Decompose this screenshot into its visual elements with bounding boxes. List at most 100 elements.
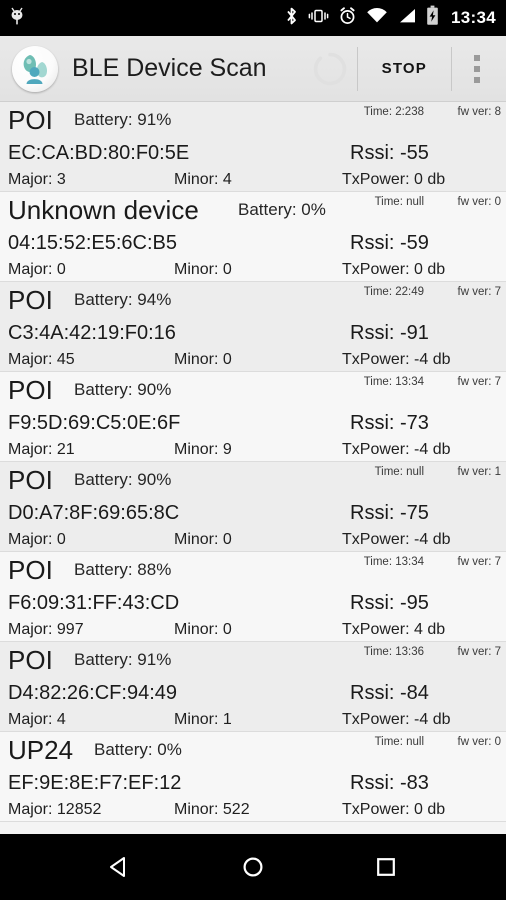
device-row[interactable]: POI Battery: 88% Time: 13:34 fw ver: 7 F6:09… bbox=[0, 552, 506, 642]
device-mac-address: EC:CA:BD:80:F0:5E bbox=[8, 142, 190, 164]
device-row-address: EF:9E:8E:F7:EF:12 Rssi: -83 bbox=[6, 769, 500, 799]
status-bar-clock: 13:34 bbox=[451, 8, 496, 27]
status-bar-system-icons: 13:34 bbox=[284, 5, 496, 31]
device-minor: Minor: 522 bbox=[174, 801, 250, 818]
status-bar-notifications bbox=[8, 6, 284, 31]
device-row[interactable]: POI Battery: 94% Time: 22:49 fw ver: 7 C3:4A… bbox=[0, 282, 506, 372]
device-firmware-version: fw ver: 7 bbox=[457, 376, 501, 388]
device-row-address: 04:15:52:E5:6C:B5 Rssi: -59 bbox=[6, 229, 500, 259]
device-txpower: TxPower: 0 db bbox=[342, 171, 446, 188]
device-mac-address: C3:4A:42:19:F0:16 bbox=[8, 322, 176, 344]
device-row-details: Major: 12852 Minor: 522 TxPower: 0 db bbox=[6, 799, 500, 821]
device-rssi: Rssi: -73 bbox=[350, 412, 429, 434]
device-minor: Minor: 0 bbox=[174, 351, 232, 368]
device-txpower: TxPower: -4 db bbox=[342, 441, 451, 458]
device-rssi: Rssi: -84 bbox=[350, 682, 429, 704]
device-firmware-version: fw ver: 7 bbox=[457, 286, 501, 298]
device-firmware-version: fw ver: 7 bbox=[457, 556, 501, 568]
device-mac-address: F9:5D:69:C5:0E:6F bbox=[8, 412, 181, 434]
device-row-address: D0:A7:8F:69:65:8C Rssi: -75 bbox=[6, 499, 500, 529]
device-time: Time: 13:36 bbox=[363, 646, 424, 658]
device-row-address: F6:09:31:FF:43:CD Rssi: -95 bbox=[6, 589, 500, 619]
device-battery: Battery: 91% bbox=[74, 110, 172, 129]
device-row-details: Major: 0 Minor: 0 TxPower: -4 db bbox=[6, 529, 500, 551]
device-row[interactable]: POI Battery: 90% Time: 13:34 fw ver: 7 F9:5D… bbox=[0, 372, 506, 462]
device-row-details: Major: 21 Minor: 9 TxPower: -4 db bbox=[6, 439, 500, 461]
device-row-address: C3:4A:42:19:F0:16 Rssi: -91 bbox=[6, 319, 500, 349]
device-battery: Battery: 0% bbox=[238, 200, 326, 219]
app-logo-icon bbox=[12, 45, 58, 92]
device-battery: Battery: 0% bbox=[94, 740, 182, 759]
device-name: POI bbox=[8, 465, 53, 495]
vibrate-icon bbox=[308, 6, 329, 31]
stop-button[interactable]: STOP bbox=[362, 45, 447, 93]
device-row-header: POI Battery: 88% Time: 13:34 fw ver: 7 bbox=[6, 552, 501, 589]
home-circle-icon[interactable] bbox=[227, 841, 279, 893]
overflow-dot bbox=[474, 54, 480, 61]
device-minor: Minor: 4 bbox=[174, 171, 232, 188]
device-time: Time: null bbox=[374, 466, 424, 478]
device-firmware-version: fw ver: 0 bbox=[457, 736, 501, 748]
device-mac-address: D4:82:26:CF:94:49 bbox=[8, 682, 177, 704]
device-row-header: POI Battery: 91% Time: 2:238 fw ver: 8 bbox=[6, 102, 501, 139]
device-rssi: Rssi: -95 bbox=[350, 592, 429, 614]
device-time: Time: null bbox=[374, 736, 424, 748]
device-battery: Battery: 90% bbox=[74, 470, 172, 489]
device-row-address: EC:CA:BD:80:F0:5E Rssi: -55 bbox=[6, 139, 500, 169]
device-row-header: POI Battery: 90% Time: null fw ver: 1 bbox=[6, 462, 501, 499]
device-minor: Minor: 0 bbox=[174, 531, 232, 548]
device-name: UP24 bbox=[8, 735, 74, 765]
device-row[interactable]: POI Battery: 91% Time: 13:36 fw ver: 7 D4:82… bbox=[0, 642, 506, 732]
device-list[interactable]: POI Battery: 91% Time: 2:238 fw ver: 8 EC:CA… bbox=[0, 102, 506, 834]
device-row[interactable]: UP24 Battery: 0% Time: null fw ver: 0 EF:9E:… bbox=[0, 732, 506, 822]
device-rssi: Rssi: -83 bbox=[350, 772, 429, 794]
android-navigation-bar bbox=[0, 834, 506, 900]
device-mac-address: D0:A7:8F:69:65:8C bbox=[8, 502, 180, 524]
device-name: POI bbox=[8, 285, 53, 315]
device-row-header: UP24 Battery: 0% Time: null fw ver: 0 bbox=[6, 732, 501, 769]
cellular-signal-icon bbox=[397, 6, 417, 31]
device-rssi: Rssi: -59 bbox=[350, 232, 429, 254]
device-row[interactable]: POI Battery: 90% Time: null fw ver: 1 D0:A7:… bbox=[0, 462, 506, 552]
device-major: Major: 12852 bbox=[8, 801, 102, 818]
device-firmware-version: fw ver: 0 bbox=[457, 196, 501, 208]
device-major: Major: 3 bbox=[8, 171, 66, 188]
device-name: POI bbox=[8, 645, 53, 675]
device-row[interactable]: POI Battery: 91% Time: 2:238 fw ver: 8 EC:CA… bbox=[0, 102, 506, 192]
android-bug-icon bbox=[8, 6, 26, 31]
device-row-details: Major: 45 Minor: 0 TxPower: -4 db bbox=[6, 349, 500, 371]
wifi-icon bbox=[366, 6, 388, 31]
device-txpower: TxPower: -4 db bbox=[342, 351, 451, 368]
recents-square-icon[interactable] bbox=[360, 841, 412, 893]
device-time: Time: 2:238 bbox=[363, 106, 424, 118]
device-time: Time: 22:49 bbox=[363, 286, 424, 298]
bluetooth-icon bbox=[284, 6, 299, 31]
device-row-details: Major: 3 Minor: 4 TxPower: 0 db bbox=[6, 169, 500, 191]
device-row-address: F9:5D:69:C5:0E:6F Rssi: -73 bbox=[6, 409, 500, 439]
action-bar-divider-1 bbox=[356, 46, 358, 91]
overflow-menu-icon[interactable] bbox=[456, 44, 498, 94]
device-name: POI bbox=[8, 555, 53, 585]
device-major: Major: 997 bbox=[8, 621, 84, 638]
device-row[interactable]: Unknown device Battery: 0% Time: null fw ve… bbox=[0, 192, 506, 282]
device-txpower: TxPower: 4 db bbox=[342, 621, 446, 638]
device-name: Unknown device bbox=[8, 195, 199, 225]
device-name: POI bbox=[8, 105, 53, 135]
device-minor: Minor: 1 bbox=[174, 711, 232, 728]
device-minor: Minor: 0 bbox=[174, 261, 232, 278]
device-major: Major: 45 bbox=[8, 351, 75, 368]
device-mac-address: EF:9E:8E:F7:EF:12 bbox=[8, 772, 182, 794]
back-triangle-icon[interactable] bbox=[94, 841, 146, 893]
device-major: Major: 0 bbox=[8, 531, 66, 548]
app-action-bar: BLE Device Scan STOP bbox=[0, 36, 506, 102]
device-txpower: TxPower: -4 db bbox=[342, 711, 451, 728]
device-firmware-version: fw ver: 8 bbox=[457, 106, 501, 118]
device-time: Time: null bbox=[374, 196, 424, 208]
device-time: Time: 13:34 bbox=[363, 556, 424, 568]
progress-spinner-icon bbox=[311, 50, 349, 88]
device-row-header: POI Battery: 90% Time: 13:34 fw ver: 7 bbox=[6, 372, 501, 409]
device-battery: Battery: 94% bbox=[74, 290, 172, 309]
device-major: Major: 4 bbox=[8, 711, 66, 728]
action-bar-divider-2 bbox=[451, 46, 452, 91]
device-rssi: Rssi: -91 bbox=[350, 322, 429, 344]
